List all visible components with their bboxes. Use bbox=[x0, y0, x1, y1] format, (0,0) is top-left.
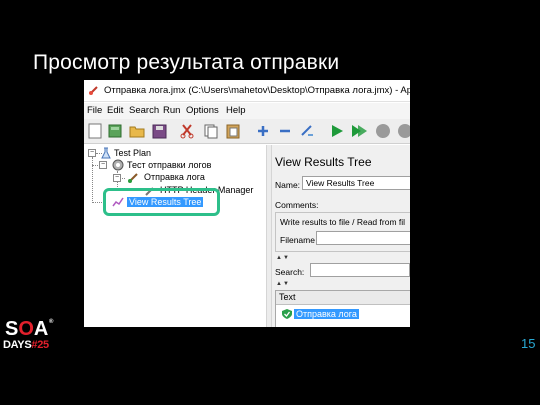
panel-title: View Results Tree bbox=[275, 155, 372, 169]
listener-panel: View Results Tree Name: View Results Tre… bbox=[272, 145, 410, 327]
jmeter-app-icon bbox=[89, 86, 98, 95]
tree-node-sampler[interactable]: Отправка лога bbox=[144, 172, 205, 182]
slide-title: Просмотр результата отправки bbox=[33, 51, 340, 74]
menu-help[interactable]: Help bbox=[226, 105, 246, 116]
menu-file[interactable]: File bbox=[87, 105, 102, 116]
filename-field[interactable] bbox=[316, 231, 410, 245]
expand-arrows[interactable]: ▲▼ bbox=[276, 281, 290, 287]
render-mode-header[interactable]: Text bbox=[276, 291, 410, 305]
window-title: Отправка лога.jmx (C:\Users\mahetov\Desk… bbox=[104, 85, 410, 96]
gear-icon bbox=[112, 159, 124, 171]
menu-edit[interactable]: Edit bbox=[107, 105, 123, 116]
pen-icon bbox=[128, 173, 138, 183]
filename-label: Filename bbox=[280, 235, 315, 245]
search-field[interactable] bbox=[310, 263, 410, 277]
menu-search[interactable]: Search bbox=[129, 105, 159, 116]
expand-icon[interactable] bbox=[254, 122, 272, 140]
tree-node-test-plan[interactable]: Test Plan bbox=[114, 148, 151, 158]
shutdown-icon[interactable] bbox=[396, 122, 410, 140]
copy-icon[interactable] bbox=[202, 122, 220, 140]
stop-icon[interactable] bbox=[374, 122, 392, 140]
collapse-icon[interactable] bbox=[276, 122, 294, 140]
templates-icon[interactable] bbox=[106, 122, 124, 140]
collapse-toggle-test-plan[interactable]: − bbox=[88, 149, 96, 157]
start-no-pause-icon[interactable] bbox=[350, 122, 368, 140]
name-label: Name: bbox=[275, 180, 301, 190]
open-icon[interactable] bbox=[128, 122, 146, 140]
save-icon[interactable] bbox=[150, 122, 168, 140]
start-icon[interactable] bbox=[328, 122, 346, 140]
collapse-toggle-sampler[interactable]: − bbox=[113, 174, 121, 182]
write-results-title: Write results to file / Read from fil bbox=[280, 217, 406, 227]
menu-options[interactable]: Options bbox=[186, 105, 219, 116]
success-shield-icon bbox=[282, 309, 292, 319]
collapse-arrows[interactable]: ▲▼ bbox=[276, 255, 290, 261]
results-list: Text Отправка лога bbox=[275, 290, 410, 327]
paste-icon[interactable] bbox=[224, 122, 242, 140]
new-icon[interactable] bbox=[86, 122, 104, 140]
comments-label: Comments: bbox=[275, 200, 319, 210]
test-plan-tree: − Test Plan − Тест отправки логов − Отпр… bbox=[84, 145, 266, 327]
collapse-toggle-thread-group[interactable]: − bbox=[99, 161, 107, 169]
name-field[interactable]: View Results Tree bbox=[302, 176, 410, 190]
window-titlebar: Отправка лога.jmx (C:\Users\mahetov\Desk… bbox=[84, 80, 410, 102]
search-label: Search: bbox=[275, 267, 305, 277]
page-number: 15 bbox=[521, 336, 536, 351]
toggle-icon[interactable] bbox=[298, 122, 316, 140]
write-results-group: Write results to file / Read from fil Fi… bbox=[275, 212, 410, 252]
flask-icon bbox=[101, 147, 111, 159]
tree-node-thread-group[interactable]: Тест отправки логов bbox=[127, 160, 211, 170]
menu-bar: File Edit Search Run Options Help bbox=[84, 103, 410, 119]
cut-icon[interactable] bbox=[178, 122, 196, 140]
soa-days-logo: SOA ® DAYS#25 bbox=[3, 318, 54, 351]
menu-run[interactable]: Run bbox=[163, 105, 180, 116]
highlight-frame bbox=[103, 188, 220, 216]
toolbar bbox=[84, 119, 410, 144]
result-item[interactable]: Отправка лога bbox=[294, 309, 359, 319]
